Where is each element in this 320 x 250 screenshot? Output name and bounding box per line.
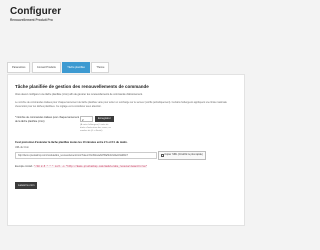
page-title: Configurer — [10, 6, 62, 17]
copy-url-button[interactable]: Copier l'URL (Cmd/clic le plus rapide) — [158, 151, 206, 161]
orders-per-cron-row: * Nombre de commandes traitées pour chaq… — [15, 116, 237, 133]
orders-per-cron-help: (À votre hébergeur) Limite de durée d'ex… — [80, 123, 111, 132]
section-intro: Vous devez configurer une tâche planifié… — [15, 93, 143, 96]
section-title: Tâche planifiée de gestion des renouvell… — [15, 84, 149, 89]
page-header: Configurer Renouvellement Produit Pro — [10, 6, 61, 22]
tab-conseil-produits[interactable]: Conseil Produits — [31, 62, 61, 73]
tab-bar: Paramètres Conseil Produits Tâche planif… — [7, 62, 110, 74]
cron-url-field[interactable]: http://demo.prestashop.com/module/abo_re… — [15, 152, 157, 160]
crontab-example: Exemple crontab : */10 2-5 * * * curl -s… — [15, 165, 237, 169]
crontab-example-code: */10 2-5 * * * curl -s "http://demo.pres… — [34, 165, 148, 169]
run-cron-button[interactable]: Lancer le cron — [15, 182, 38, 190]
copy-url-label: Copier l'URL (Cmd/clic le plus rapide) — [164, 154, 203, 157]
settings-panel: Tâche planifiée de gestion des renouvell… — [7, 74, 245, 226]
orders-per-cron-input[interactable]: 2 — [80, 116, 93, 123]
crontab-example-label: Exemple crontab : — [15, 166, 34, 169]
tab-theme[interactable]: Thème — [91, 62, 110, 73]
cron-url-row: http://demo.prestashop.com/module/abo_re… — [15, 151, 237, 161]
copy-icon — [161, 154, 164, 158]
cron-url-label: URL du Cron — [15, 146, 29, 150]
section-description: Le nombre de commandes traitées pour cha… — [15, 101, 227, 108]
tab-tache-planifiee[interactable]: Tâche planifiée — [62, 62, 90, 73]
tab-parametres[interactable]: Paramètres — [7, 62, 31, 73]
cron-recommendation: Il est préconisé d'exécuter la tâche pla… — [15, 140, 128, 144]
save-button[interactable]: Enregistrer — [95, 116, 114, 123]
page-subtitle: Renouvellement Produit Pro — [10, 18, 53, 22]
orders-per-cron-label: * Nombre de commandes traitées pour chaq… — [15, 116, 80, 123]
